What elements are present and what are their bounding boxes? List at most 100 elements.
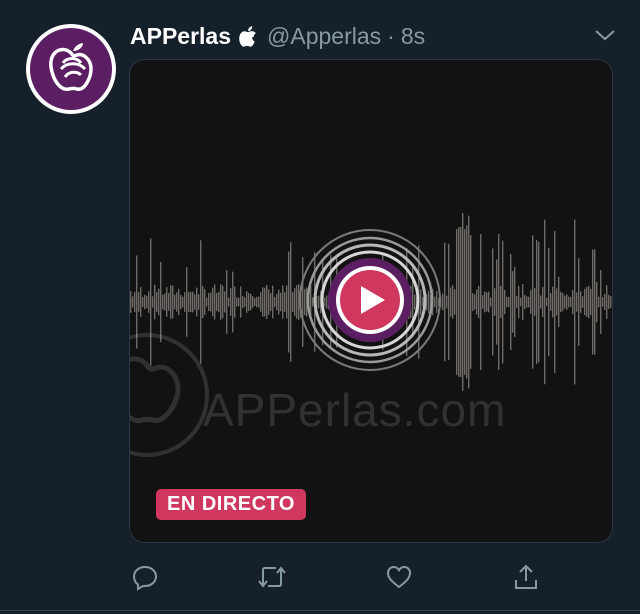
separator-dot: · <box>387 22 395 49</box>
waveform-bar <box>608 295 610 309</box>
waveform-bar <box>130 291 132 313</box>
waveform-bar <box>132 296 134 308</box>
waveform-bar <box>598 296 600 308</box>
waveform-bar <box>156 292 158 312</box>
waveform-bar <box>154 284 156 320</box>
waveform-bar <box>278 289 280 315</box>
waveform-bar <box>210 292 212 312</box>
waveform-bar <box>466 225 468 379</box>
waveform-bar <box>452 285 454 319</box>
waveform-bar <box>590 288 592 316</box>
waveform-bar <box>586 286 588 318</box>
waveform-bar <box>536 239 538 365</box>
waveform-bar <box>142 296 144 308</box>
waveform-bar <box>560 291 562 313</box>
waveform-bar <box>204 289 206 315</box>
waveform-bar <box>486 292 488 312</box>
waveform-bar <box>552 286 554 318</box>
waveform-bar <box>182 296 184 308</box>
play-button[interactable] <box>295 225 445 375</box>
waveform-bar <box>514 266 516 338</box>
waveform-bar <box>476 289 478 315</box>
author-handle[interactable]: @Apperlas <box>267 23 381 50</box>
waveform-bar <box>208 292 210 312</box>
waveform-bar <box>548 247 550 357</box>
waveform-bar <box>490 297 492 307</box>
waveform-bar <box>178 288 180 316</box>
waveform-bar <box>518 285 520 319</box>
like-button[interactable] <box>383 560 415 594</box>
waveform-bar <box>230 288 232 316</box>
waveform-bar <box>506 296 508 308</box>
apperlas-logo-icon <box>30 28 112 110</box>
waveform-bar <box>226 270 228 334</box>
waveform-bar <box>166 287 168 317</box>
waveform-bar <box>256 296 258 308</box>
waveform-bar <box>582 296 584 308</box>
tweet-header: APPerlas @Apperlas · 8s <box>130 20 425 52</box>
waveform-bar <box>148 291 150 313</box>
waveform-bar <box>470 235 472 369</box>
waveform-bar <box>266 284 268 320</box>
waveform-bar <box>532 235 534 369</box>
waveform-bar <box>174 294 176 310</box>
waveform-bar <box>544 219 546 385</box>
waveform-bar <box>214 284 216 320</box>
waveform-bar <box>594 249 596 355</box>
tweet[interactable]: APPerlas @Apperlas · 8s APPerlas.com EN … <box>0 0 640 614</box>
waveform-bar <box>480 233 482 371</box>
waveform-bar <box>134 291 136 313</box>
share-button[interactable] <box>510 560 542 594</box>
retweet-button[interactable] <box>256 560 288 594</box>
waveform-bar <box>512 271 514 333</box>
waveform-bar <box>588 285 590 319</box>
chevron-down-icon[interactable] <box>594 28 616 47</box>
waveform-bar <box>250 293 252 311</box>
waveform-bar <box>584 288 586 316</box>
waveform-bar <box>472 292 474 312</box>
waveform-bar <box>488 291 490 313</box>
waveform-bar <box>172 285 174 319</box>
waveform-bar <box>478 285 480 319</box>
waveform-bar <box>494 288 496 316</box>
waveform-bar <box>450 287 452 317</box>
waveform-bar <box>576 292 578 312</box>
waveform-bar <box>192 291 194 313</box>
live-badge: EN DIRECTO <box>156 489 306 520</box>
waveform-bar <box>546 297 548 307</box>
waveform-bar <box>238 297 240 307</box>
reply-button[interactable] <box>129 560 161 594</box>
waveform-bar <box>508 296 510 308</box>
author-name[interactable]: APPerlas <box>130 23 231 50</box>
waveform-bar <box>222 285 224 319</box>
waveform-bar <box>176 292 178 312</box>
waveform-bar <box>482 295 484 309</box>
waveform-bar <box>272 285 274 319</box>
waveform-bar <box>184 292 186 312</box>
share-icon <box>515 564 537 589</box>
avatar[interactable] <box>26 24 116 114</box>
waveform-bar <box>216 292 218 312</box>
waveform-bar <box>224 291 226 313</box>
reply-icon <box>132 565 158 591</box>
apple-icon <box>239 25 257 47</box>
waveform-bar <box>218 291 220 313</box>
waveform-bar <box>194 294 196 310</box>
waveform-bar <box>268 289 270 315</box>
waveform-bar <box>566 294 568 310</box>
waveform-bar <box>446 295 448 309</box>
waveform-bar <box>198 294 200 310</box>
waveform-bar <box>286 285 288 319</box>
waveform-bar <box>564 295 566 309</box>
waveform-bar <box>240 286 242 318</box>
waveform-bar <box>596 281 598 323</box>
waveform-bar <box>144 294 146 310</box>
waveform-bar <box>522 284 524 320</box>
waveform-bar <box>520 297 522 307</box>
timestamp[interactable]: 8s <box>401 23 425 50</box>
waveform-bar <box>612 286 613 318</box>
waveform-bar <box>164 293 166 311</box>
waveform-bar <box>290 242 292 362</box>
waveform-bar <box>228 297 230 307</box>
media-player[interactable] <box>129 59 613 543</box>
